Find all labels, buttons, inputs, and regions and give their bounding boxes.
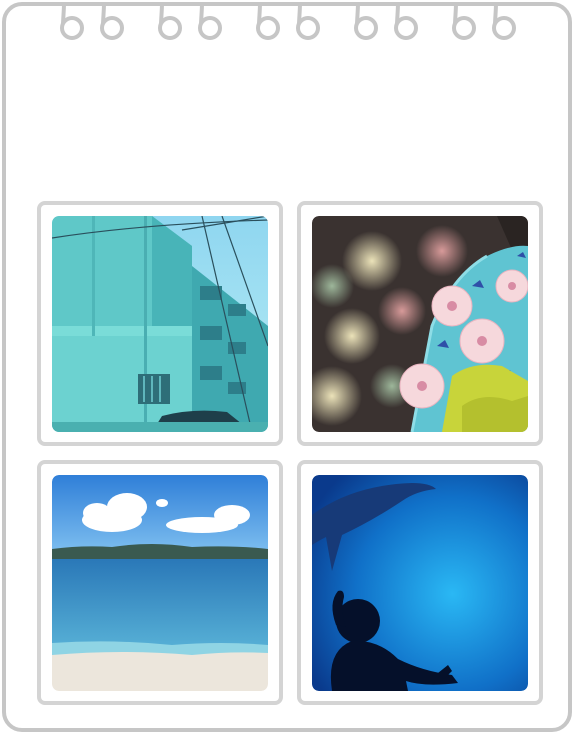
aquarium-photo [312, 475, 528, 691]
photo-card-aquarium[interactable] [297, 460, 543, 705]
beach-photo [52, 475, 268, 691]
building-photo [52, 216, 268, 432]
photo-card-yukata[interactable] [297, 201, 543, 446]
photo-card-beach[interactable] [37, 460, 283, 705]
yukata-festival-photo [312, 216, 528, 432]
photo-card-building[interactable] [37, 201, 283, 446]
